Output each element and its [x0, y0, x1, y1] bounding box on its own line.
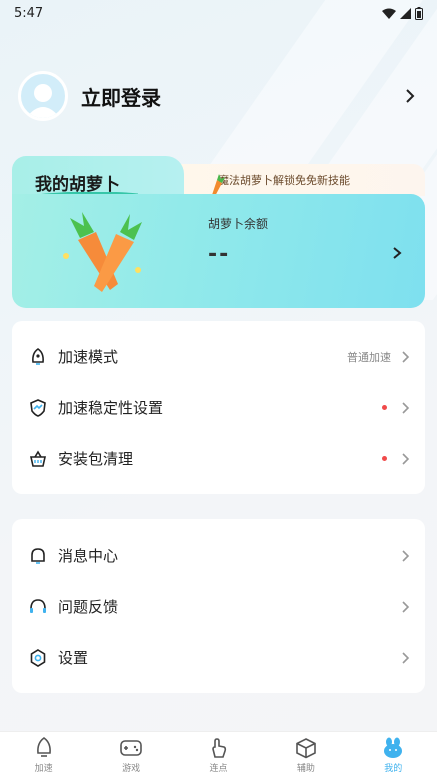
nav-label: 我的: [384, 763, 403, 774]
headset-icon: [30, 598, 46, 613]
settings-group: 加速模式 普通加速 加速稳定性设置 安装包清理: [12, 321, 425, 494]
balance-label: 胡萝卜余额: [208, 217, 269, 231]
chevron-right-icon[interactable]: [390, 246, 404, 260]
carrot-card-title: 我的胡萝卜: [35, 175, 120, 195]
rocket-icon: [36, 736, 51, 757]
login-row[interactable]: 立即登录: [18, 70, 418, 122]
bell-icon: [31, 547, 45, 564]
menu-item-acceleration-mode[interactable]: 加速模式 普通加速: [12, 331, 425, 382]
signal-icon: [400, 7, 411, 19]
chevron-right-icon: [402, 549, 410, 562]
carrot-illustration-icon: [63, 212, 142, 292]
gamepad-icon: [120, 739, 142, 756]
avatar[interactable]: [18, 71, 68, 121]
nav-label: 加速: [34, 763, 53, 774]
chevron-right-icon: [402, 651, 410, 664]
battery-icon: [415, 6, 423, 20]
bunny-icon: [384, 737, 403, 758]
menu-value: 普通加速: [347, 350, 391, 364]
promo-text: 魔法胡萝卜解锁免免新技能: [218, 174, 350, 187]
chevron-right-icon: [402, 452, 410, 465]
nav-item-accelerate[interactable]: 加速: [0, 736, 87, 774]
nav-label: 辅助: [296, 763, 315, 774]
nav-label: 游戏: [122, 763, 141, 774]
menu-label: 消息中心: [58, 547, 119, 565]
chevron-right-icon: [402, 600, 410, 613]
menu-label: 设置: [58, 649, 89, 667]
menu-item-feedback[interactable]: 问题反馈: [12, 581, 425, 632]
nav-label: 连点: [209, 763, 228, 774]
menu-item-stability-settings[interactable]: 加速稳定性设置: [12, 382, 425, 433]
nav-item-mine[interactable]: 我的: [350, 737, 437, 774]
wifi-icon: [382, 8, 396, 19]
carrot-balance-panel[interactable]: 胡萝卜余额 --: [12, 194, 425, 308]
gear-icon: [30, 648, 46, 667]
notification-dot: [382, 456, 387, 461]
cube-icon: [296, 737, 316, 758]
tap-icon: [212, 737, 227, 758]
nav-item-auto-click[interactable]: 连点: [175, 737, 262, 774]
chevron-right-icon: [402, 401, 410, 414]
shield-chart-icon: [30, 398, 46, 417]
default-avatar-icon: [26, 84, 60, 118]
misc-group: 消息中心 问题反馈 设置: [12, 519, 425, 693]
balance-value: --: [208, 242, 231, 267]
basket-icon: [30, 449, 46, 467]
menu-label: 安装包清理: [58, 450, 134, 468]
menu-label: 加速模式: [58, 348, 119, 366]
chevron-right-icon: [402, 350, 410, 363]
login-label[interactable]: 立即登录: [81, 82, 402, 111]
menu-item-settings[interactable]: 设置: [12, 632, 425, 683]
nav-item-games[interactable]: 游戏: [88, 737, 175, 774]
menu-item-package-cleanup[interactable]: 安装包清理: [12, 433, 425, 484]
carrot-promo-banner[interactable]: 魔法胡萝卜解锁免免新技能: [172, 164, 425, 200]
notification-dot: [382, 405, 387, 410]
chevron-right-icon[interactable]: [402, 88, 418, 104]
menu-label: 加速稳定性设置: [58, 399, 164, 417]
status-bar: 5:47: [0, 0, 437, 26]
nav-item-assist[interactable]: 辅助: [262, 737, 349, 774]
status-icons: [382, 6, 423, 20]
bell-rocket-icon: [32, 347, 44, 365]
bottom-nav: 加速 游戏 连点 辅助 我的: [0, 731, 437, 778]
menu-label: 问题反馈: [58, 598, 119, 616]
status-time: 5:47: [14, 5, 44, 21]
carrot-card[interactable]: 魔法胡萝卜解锁免免新技能 我的胡萝卜 胡萝卜余额 --: [12, 156, 425, 308]
menu-item-message-center[interactable]: 消息中心: [12, 530, 425, 581]
